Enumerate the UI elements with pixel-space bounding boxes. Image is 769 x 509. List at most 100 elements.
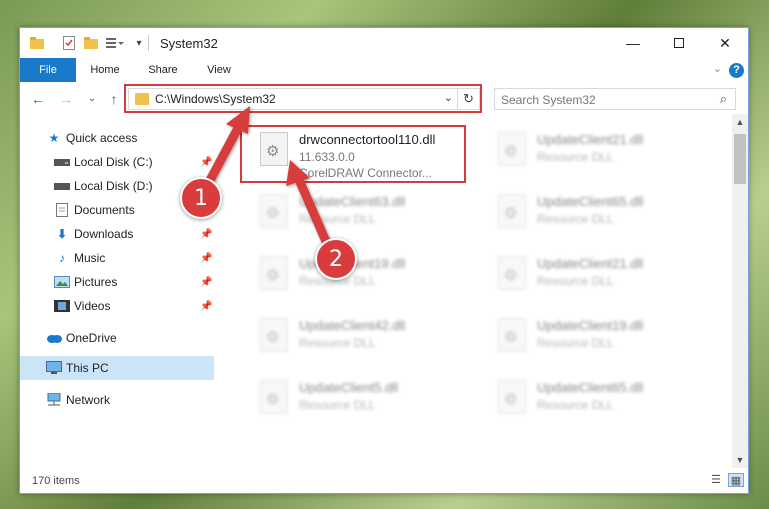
tiles-view-icon[interactable]: ▦	[728, 473, 744, 487]
sidebar-item-label: Network	[66, 393, 111, 407]
dll-file-icon: ⚙	[498, 318, 526, 352]
sidebar-item-label: This PC	[66, 361, 109, 375]
videos-icon	[54, 299, 70, 313]
star-icon: ★	[48, 131, 60, 145]
gear-icon: ⚙	[504, 205, 518, 222]
file-name: UpdateClient21.dll	[537, 132, 644, 147]
forward-button[interactable]: →	[56, 88, 76, 110]
title-bar: ▾ System32 — ✕	[20, 28, 748, 58]
dll-file-icon: ⚙	[498, 194, 526, 228]
sidebar-item-label: Music	[74, 251, 106, 265]
file-name: UpdateClient63.dll	[299, 194, 406, 209]
ribbon: File Home Share View ⌄ ?	[20, 58, 748, 82]
sidebar-item-network[interactable]: Network	[20, 388, 214, 412]
recent-locations-button[interactable]: ⌄	[82, 88, 102, 110]
search-box[interactable]: Search System32 ⌕	[494, 88, 736, 110]
sidebar-item-music[interactable]: ♪ Music 📌	[20, 246, 214, 270]
maximize-icon	[674, 35, 684, 51]
tab-share[interactable]: Share	[138, 58, 188, 82]
navigation-pane: ★ Quick access Local Disk (C:) 📌 Local D…	[20, 120, 214, 440]
sidebar-item-label: Local Disk (C:)	[74, 155, 153, 169]
file-item[interactable]: ⚙ UpdateClient42.dll Resource DLL	[252, 310, 482, 370]
sidebar-item-videos[interactable]: Videos 📌	[20, 294, 214, 318]
help-icon[interactable]: ?	[729, 63, 744, 78]
file-item[interactable]: ⚙ UpdateClient19.dll Resource DLL	[490, 310, 720, 370]
close-icon: ✕	[719, 34, 731, 51]
sidebar-item-quick-access[interactable]: ★ Quick access	[20, 126, 214, 150]
search-input[interactable]: Search System32	[501, 93, 596, 107]
file-type: Resource DLL	[537, 336, 614, 350]
gear-icon: ⚙	[504, 143, 518, 160]
file-type: Resource DLL	[537, 398, 614, 412]
properties-icon[interactable]	[62, 35, 76, 51]
dll-file-icon: ⚙	[498, 132, 526, 166]
status-bar: 170 items ☰ ▦	[20, 469, 748, 493]
tab-file[interactable]: File	[20, 58, 76, 82]
pin-icon[interactable]: 📌	[200, 157, 212, 168]
pin-icon[interactable]: 📌	[200, 229, 212, 240]
music-icon: ♪	[59, 251, 65, 265]
dll-file-icon: ⚙	[260, 380, 288, 414]
maximize-button[interactable]	[656, 28, 702, 58]
cloud-icon	[46, 331, 62, 345]
file-explorer-window: ▾ System32 — ✕ File Home Share View ⌄ ? …	[19, 27, 749, 494]
pin-icon[interactable]: 📌	[200, 301, 212, 312]
file-type: Resource DLL	[299, 336, 376, 350]
tab-view[interactable]: View	[196, 58, 242, 82]
scroll-up-icon[interactable]: ▲	[732, 114, 748, 130]
file-item[interactable]: ⚙ UpdateClient21.dll Resource DLL	[490, 248, 720, 308]
pin-icon[interactable]: 📌	[200, 253, 212, 264]
up-button[interactable]: ↑	[104, 88, 124, 110]
forward-arrow-icon: →	[59, 91, 73, 107]
tab-home[interactable]: Home	[82, 58, 128, 82]
folder-icon	[30, 35, 44, 51]
file-item[interactable]: ⚙ UpdateClient19.dll Resource DLL	[252, 248, 482, 308]
gear-icon: ⚙	[266, 391, 280, 408]
file-name: UpdateClient19.dll	[537, 318, 644, 333]
item-count: 170 items	[32, 475, 80, 487]
network-icon	[46, 393, 62, 407]
pin-icon[interactable]: 📌	[200, 277, 212, 288]
file-name: UpdateClient65.dll	[537, 194, 644, 209]
gear-icon: ⚙	[266, 329, 280, 346]
file-type: Resource DLL	[537, 274, 614, 288]
navigation-bar: ← → ⌄ ↑ C:\Windows\System32 ⌄ ↻ Search S…	[20, 84, 748, 114]
search-icon[interactable]: ⌕	[720, 91, 727, 107]
download-icon: ⬇	[56, 227, 68, 241]
scroll-thumb[interactable]	[734, 134, 746, 184]
quick-access-dropdown-icon[interactable]: ▾	[134, 35, 144, 51]
step-2-badge: 2	[315, 238, 357, 280]
details-view-icon[interactable]: ☰	[708, 473, 724, 487]
expand-ribbon-icon[interactable]: ⌄	[713, 62, 722, 75]
customize-toolbar-icon[interactable]	[106, 35, 124, 51]
gear-icon: ⚙	[504, 329, 518, 346]
file-highlight-box	[240, 125, 466, 183]
sidebar-item-label: OneDrive	[66, 331, 117, 345]
sidebar-item-downloads[interactable]: ⬇ Downloads 📌	[20, 222, 214, 246]
sidebar-item-this-pc[interactable]: This PC	[20, 356, 214, 380]
file-item[interactable]: ⚙ UpdateClient65.dll Resource DLL	[490, 186, 720, 246]
file-item[interactable]: ⚙ UpdateClient65.dll Resource DLL	[490, 372, 720, 432]
file-item[interactable]: ⚙ UpdateClient21.dll Resource DLL	[490, 124, 720, 184]
minimize-button[interactable]: —	[610, 28, 656, 58]
sidebar-item-label: Pictures	[74, 275, 118, 289]
close-button[interactable]: ✕	[702, 28, 748, 58]
back-button[interactable]: ←	[28, 88, 48, 110]
minimize-icon: —	[626, 35, 640, 51]
scroll-down-icon[interactable]: ▼	[732, 452, 748, 468]
file-item[interactable]: ⚙ UpdateClient63.dll Resource DLL	[252, 186, 482, 246]
pictures-icon	[54, 275, 70, 289]
window-title: System32	[160, 36, 218, 51]
file-item[interactable]: ⚙ UpdateClient5.dll Resource DLL	[252, 372, 482, 432]
gear-icon: ⚙	[504, 391, 518, 408]
sidebar-item-local-disk-c[interactable]: Local Disk (C:) 📌	[20, 150, 214, 174]
computer-icon	[46, 361, 62, 375]
back-arrow-icon: ←	[31, 91, 45, 107]
sidebar-item-onedrive[interactable]: OneDrive	[20, 326, 214, 350]
sidebar-item-pictures[interactable]: Pictures 📌	[20, 270, 214, 294]
file-type: Resource DLL	[299, 398, 376, 412]
sidebar-item-label: Downloads	[74, 227, 134, 241]
vertical-scrollbar[interactable]: ▲ ▼	[732, 114, 748, 468]
dll-file-icon: ⚙	[498, 380, 526, 414]
new-folder-icon[interactable]	[84, 35, 98, 51]
